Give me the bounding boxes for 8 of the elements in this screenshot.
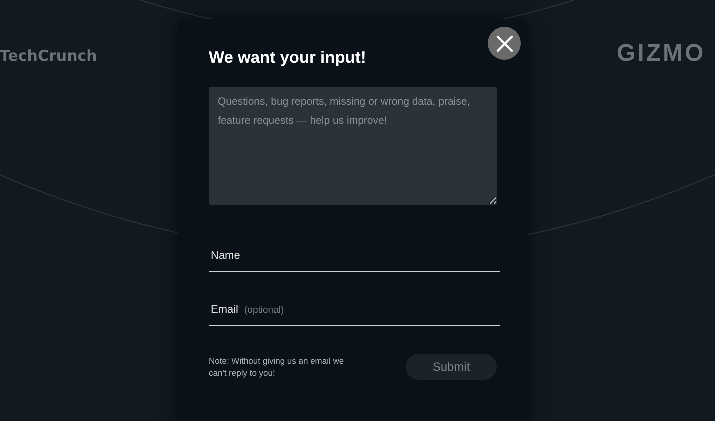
- dialog-title: We want your input!: [209, 49, 368, 68]
- logo-text: TechCrunch: [0, 47, 98, 65]
- text-field[interactable]: Name: [209, 250, 500, 272]
- close-icon[interactable]: [488, 27, 521, 60]
- logo-text: GIZMO: [617, 40, 706, 68]
- note-text: Note: Without giving us an email we can't reply to you!: [209, 354, 346, 380]
- message-field[interactable]: Questions, bug reports, missing or wrong data, praise, feature requests — help us improve!: [209, 87, 497, 205]
- text-field[interactable]: Email (optional): [209, 304, 500, 326]
